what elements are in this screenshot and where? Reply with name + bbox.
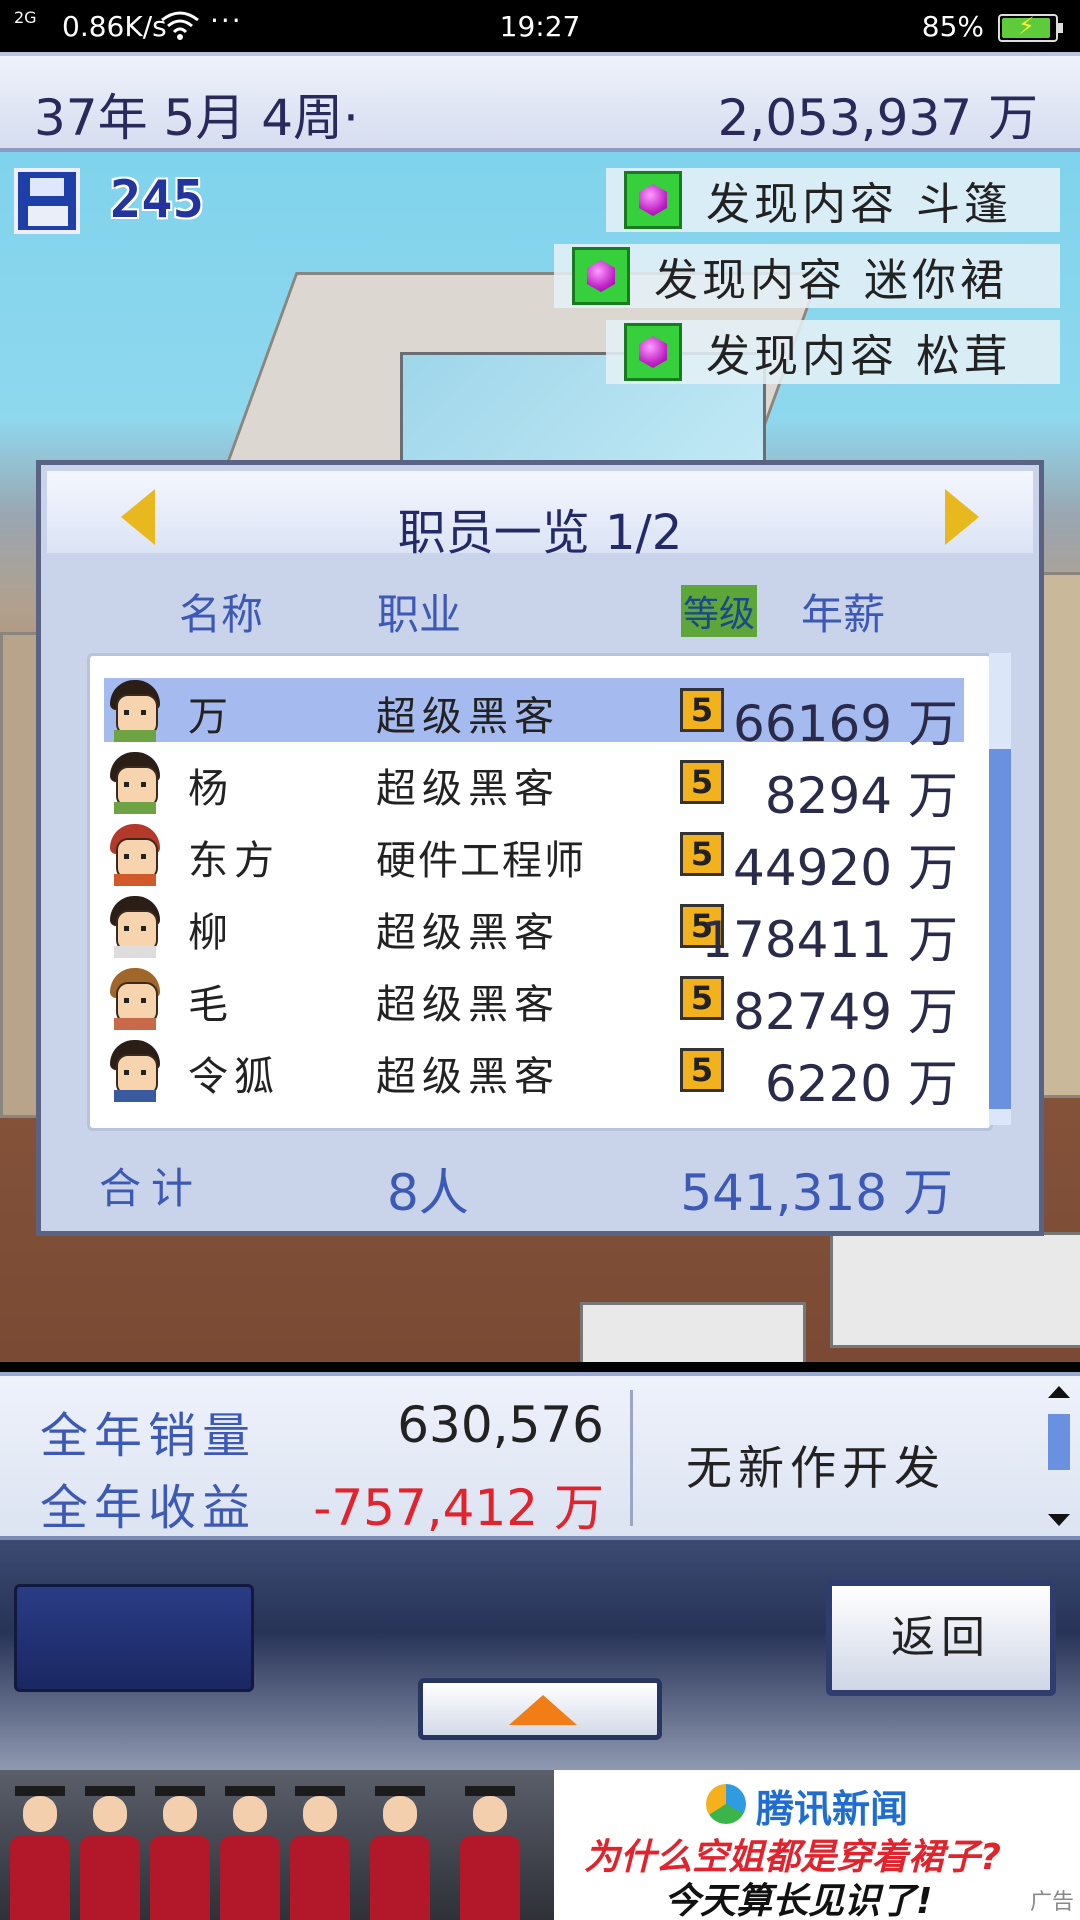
notification-discovery: 发现内容 迷你裙 xyxy=(554,244,1060,308)
staff-row[interactable]: 万 超级黑客 5 66169 万 xyxy=(104,678,964,753)
header-name: 名称 xyxy=(179,590,264,639)
total-label: 合计 xyxy=(99,1164,204,1213)
level-badge: 5 xyxy=(680,1048,724,1092)
menu-button[interactable] xyxy=(14,1584,254,1692)
save-count: 245 xyxy=(110,170,204,230)
staff-salary: 178411 万 xyxy=(701,911,958,969)
dev-status: 无新作开发 xyxy=(686,1441,946,1495)
notification-discovery: 发现内容 斗篷 xyxy=(606,168,1060,232)
staff-salary: 44920 万 xyxy=(733,839,958,897)
tencent-news-logo-icon xyxy=(706,1784,746,1824)
staff-name: 杨 xyxy=(188,766,234,812)
gem-icon xyxy=(624,171,682,229)
header-salary: 年薪 xyxy=(801,590,886,639)
ad-subheadline: 今天算长见识了! xyxy=(664,1881,933,1920)
scrollbar-thumb[interactable] xyxy=(989,749,1011,1109)
avatar xyxy=(106,680,164,742)
staff-job: 超级黑客 xyxy=(376,910,560,956)
staff-row[interactable]: 柳 超级黑客 5 178411 万 xyxy=(104,894,964,969)
total-salary: 541,318 万 xyxy=(680,1164,953,1222)
battery-percent: 85% xyxy=(921,10,984,43)
level-badge: 5 xyxy=(680,832,724,876)
status-bar: 2G 0.86K/s ··· 19:27 85% ⚡ xyxy=(0,0,1080,52)
avatar xyxy=(106,896,164,958)
profit-value: -757,412 万 xyxy=(313,1479,604,1537)
gem-icon xyxy=(624,323,682,381)
staff-row[interactable]: 东方 硬件工程师 5 44920 万 xyxy=(104,822,964,897)
staff-name: 东方 xyxy=(188,838,280,884)
staff-salary: 6220 万 xyxy=(764,1055,958,1113)
total-count: 8人 xyxy=(387,1164,469,1222)
back-button[interactable]: 返回 xyxy=(826,1580,1056,1696)
staff-job: 超级黑客 xyxy=(376,694,560,740)
sales-value: 630,576 xyxy=(397,1396,604,1454)
yearly-summary: 全年销量 630,576 全年收益 -757,412 万 无新作开发 xyxy=(0,1372,1080,1540)
up-arrow-icon xyxy=(509,1695,577,1725)
sales-label: 全年销量 xyxy=(40,1408,257,1464)
panel-header: 职员一览 1/2 xyxy=(47,471,1033,561)
staff-job: 超级黑客 xyxy=(376,1054,560,1100)
staff-name: 毛 xyxy=(188,982,234,1028)
ad-banner[interactable]: 腾讯新闻 为什么空姐都是穿着裙子? 今天算长见识了! 广告 xyxy=(0,1770,1080,1920)
staff-row[interactable]: 杨 超级黑客 5 8294 万 xyxy=(104,750,964,825)
next-page-arrow-icon[interactable] xyxy=(945,489,979,545)
divider xyxy=(630,1390,633,1526)
funds-display: 2,053,937 万 xyxy=(717,89,1038,147)
header-job: 职业 xyxy=(377,590,462,639)
avatar xyxy=(106,824,164,886)
staff-job: 硬件工程师 xyxy=(376,838,586,884)
avatar xyxy=(106,968,164,1030)
level-badge: 5 xyxy=(680,760,724,804)
clock: 19:27 xyxy=(499,10,581,43)
ad-brand: 腾讯新闻 xyxy=(756,1787,909,1831)
notification-text: 发现内容 松茸 xyxy=(706,331,1012,382)
notification-discovery: 发现内容 松茸 xyxy=(606,320,1060,384)
staff-row[interactable]: 毛 超级黑客 5 82749 万 xyxy=(104,966,964,1041)
shelf xyxy=(830,1232,1080,1348)
level-badge: 5 xyxy=(680,976,724,1020)
game-date: 37年 5月 4周· xyxy=(34,89,359,147)
staff-list: 万 超级黑客 5 66169 万 杨 超级黑客 5 8294 万 东方 硬件工程… xyxy=(87,653,993,1131)
top-info-bar: 37年 5月 4周· 2,053,937 万 xyxy=(0,52,1080,152)
ad-tag: 广告 xyxy=(1029,1890,1074,1915)
gem-icon xyxy=(572,247,630,305)
avatar xyxy=(106,752,164,814)
staff-row[interactable]: 令狐 超级黑客 5 6220 万 xyxy=(104,1038,964,1113)
staff-salary: 8294 万 xyxy=(764,767,958,825)
staff-job: 超级黑客 xyxy=(376,766,560,812)
summary-scrollbar[interactable] xyxy=(1048,1386,1070,1526)
save-floppy-icon[interactable] xyxy=(14,168,80,234)
profit-label: 全年收益 xyxy=(40,1480,257,1536)
staff-salary: 82749 万 xyxy=(733,983,958,1041)
bottom-controls: 返回 xyxy=(0,1540,1080,1770)
expand-up-button[interactable] xyxy=(418,1678,662,1740)
staff-salary: 66169 万 xyxy=(733,695,958,753)
avatar xyxy=(106,1040,164,1102)
staff-name: 柳 xyxy=(188,910,234,956)
scrollbar-thumb[interactable] xyxy=(1048,1414,1070,1470)
list-scrollbar[interactable] xyxy=(989,653,1011,1125)
header-level: 等级 xyxy=(681,585,758,637)
battery-icon: ⚡ xyxy=(998,12,1063,42)
level-badge: 5 xyxy=(680,688,724,732)
staff-job: 超级黑客 xyxy=(376,982,560,1028)
ad-photo xyxy=(0,1770,554,1920)
counter xyxy=(580,1302,806,1362)
staff-name: 万 xyxy=(188,694,234,740)
notification-text: 发现内容 斗篷 xyxy=(706,179,1012,230)
staff-name: 令狐 xyxy=(188,1054,280,1100)
panel-title: 职员一览 1/2 xyxy=(397,505,683,561)
notification-text: 发现内容 迷你裙 xyxy=(654,255,1008,306)
staff-list-panel: 职员一览 1/2 名称 职业 等级 年薪 万 超级黑客 5 66169 万 杨 … xyxy=(36,460,1044,1236)
